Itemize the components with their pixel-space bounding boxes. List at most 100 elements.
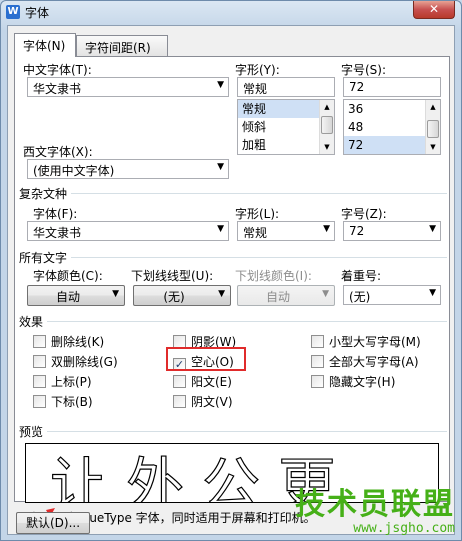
complex-font-value: 华文隶书 [33,226,82,240]
complex-size-select[interactable]: 72 ▼ [343,221,441,241]
underline-color-button: 自动 ▼ [237,285,335,306]
emboss-checkbox[interactable]: 阳文(E) [173,373,232,390]
effects-group-title: 效果 [19,313,48,330]
font-size-input[interactable]: 72 [343,77,441,97]
chinese-font-value: 华文隶书 [33,82,82,96]
font-style-input-value: 常规 [243,82,268,96]
close-button[interactable]: ✕ [413,1,455,19]
scroll-thumb[interactable] [321,116,333,134]
font-style-label: 字形(Y): [235,63,280,77]
font-color-label: 字体颜色(C): [33,269,103,283]
checkbox-label: 下标(B) [51,395,93,409]
font-dialog-window: W 字体 ✕ 字体(N) 字符间距(R) 中文字体(T): 华文隶书 ▼ 字形(… [0,0,462,541]
divider [19,257,447,258]
font-tab-panel: 中文字体(T): 华文隶书 ▼ 字形(Y): 常规 常规 倾斜 加粗 ▲ ▼ 字… [14,56,450,532]
emphasis-select[interactable]: (无) ▼ [343,285,441,305]
font-size-input-value: 72 [349,80,365,94]
red-highlight-box [166,347,246,371]
underline-color-value: 自动 [265,290,290,304]
font-style-list[interactable]: 常规 倾斜 加粗 ▲ ▼ [237,99,335,155]
checkbox-label: 阳文(E) [191,375,232,389]
all-caps-checkbox[interactable]: 全部大写字母(A) [311,353,419,370]
strikethrough-checkbox[interactable]: 删除线(K) [33,333,104,350]
chevron-down-icon: ▼ [429,224,436,234]
hidden-text-checkbox[interactable]: 隐藏文字(H) [311,373,395,390]
chinese-font-label: 中文字体(T): [23,63,92,77]
font-color-button[interactable]: 自动 ▼ [27,285,125,306]
complex-font-select[interactable]: 华文隶书 ▼ [27,221,229,241]
double-strikethrough-checkbox[interactable]: 双删除线(G) [33,353,118,370]
dialog-client-area: 字体(N) 字符间距(R) 中文字体(T): 华文隶书 ▼ 字形(Y): 常规 … [7,25,455,535]
checkbox-label: 双删除线(G) [51,355,118,369]
complex-style-select[interactable]: 常规 ▼ [237,221,335,241]
western-font-value: (使用中文字体) [33,164,115,178]
close-icon: ✕ [428,2,440,16]
chevron-down-icon: ▼ [217,224,224,234]
window-title: 字体 [25,6,50,20]
font-color-value: 自动 [55,290,80,304]
small-caps-checkbox[interactable]: 小型大写字母(M) [311,333,421,350]
scroll-thumb[interactable] [427,120,439,138]
checkbox-label: 阴文(V) [191,395,233,409]
preview-group-title: 预览 [19,423,48,440]
scroll-down-icon[interactable]: ▼ [426,140,440,154]
tab-character-spacing[interactable]: 字符间距(R) [76,35,168,56]
complex-size-label: 字号(Z): [341,207,387,221]
checkbox-box[interactable] [173,395,186,408]
font-size-scrollbar[interactable]: ▲ ▼ [425,100,440,154]
checkbox-box[interactable] [33,335,46,348]
checkbox-box[interactable] [33,355,46,368]
scroll-up-icon[interactable]: ▲ [426,100,440,114]
watermark: 技术员联盟 www.jsgho.com [295,487,455,537]
subscript-checkbox[interactable]: 下标(B) [33,393,93,410]
divider [19,321,447,322]
checkbox-box[interactable] [173,375,186,388]
emphasis-value: (无) [349,290,371,304]
chevron-down-icon: ▼ [217,162,224,172]
engrave-checkbox[interactable]: 阴文(V) [173,393,233,410]
scroll-up-icon[interactable]: ▲ [320,100,334,114]
tab-font[interactable]: 字体(N) [14,33,76,57]
complex-size-value: 72 [349,224,365,238]
all-text-group-title: 所有文字 [19,249,72,266]
checkbox-label: 小型大写字母(M) [329,335,421,349]
checkbox-box[interactable] [33,395,46,408]
complex-style-value: 常规 [243,226,268,240]
wps-app-icon: W [6,5,20,19]
chevron-down-icon: ▼ [322,289,329,299]
checkbox-label: 上标(P) [51,375,92,389]
font-style-input[interactable]: 常规 [237,77,335,97]
watermark-url: www.jsgho.com [353,521,455,536]
complex-style-label: 字形(L): [235,207,280,221]
divider [19,431,447,432]
chevron-down-icon: ▼ [217,80,224,90]
checkbox-box[interactable] [311,355,324,368]
font-size-list[interactable]: 36 48 72 ▲ ▼ [343,99,441,155]
watermark-logo: 技术员联盟 [295,487,455,522]
chinese-font-select[interactable]: 华文隶书 ▼ [27,77,229,97]
chevron-down-icon: ▼ [112,289,119,299]
chevron-down-icon: ▼ [323,224,330,234]
complex-script-group-title: 复杂文种 [19,185,72,202]
complex-font-label: 字体(F): [33,207,78,221]
default-button[interactable]: 默认(D)... [16,512,90,534]
underline-style-button[interactable]: (无) ▼ [133,285,231,306]
scroll-down-icon[interactable]: ▼ [320,140,334,154]
emphasis-label: 着重号: [341,269,382,283]
font-style-scrollbar[interactable]: ▲ ▼ [319,100,334,154]
underline-style-value: (无) [163,290,185,304]
western-font-select[interactable]: (使用中文字体) ▼ [27,159,229,179]
checkbox-label: 全部大写字母(A) [329,355,419,369]
underline-style-label: 下划线线型(U): [131,269,214,283]
checkbox-box[interactable] [311,375,324,388]
checkbox-label: 隐藏文字(H) [329,375,396,389]
underline-color-label: 下划线颜色(I): [235,269,312,283]
font-size-label: 字号(S): [341,63,387,77]
checkbox-box[interactable] [311,335,324,348]
divider [19,193,447,194]
superscript-checkbox[interactable]: 上标(P) [33,373,92,390]
title-bar: W 字体 ✕ [1,1,461,23]
checkbox-label: 删除线(K) [51,335,105,349]
checkbox-box[interactable] [33,375,46,388]
chevron-down-icon: ▼ [429,288,436,298]
